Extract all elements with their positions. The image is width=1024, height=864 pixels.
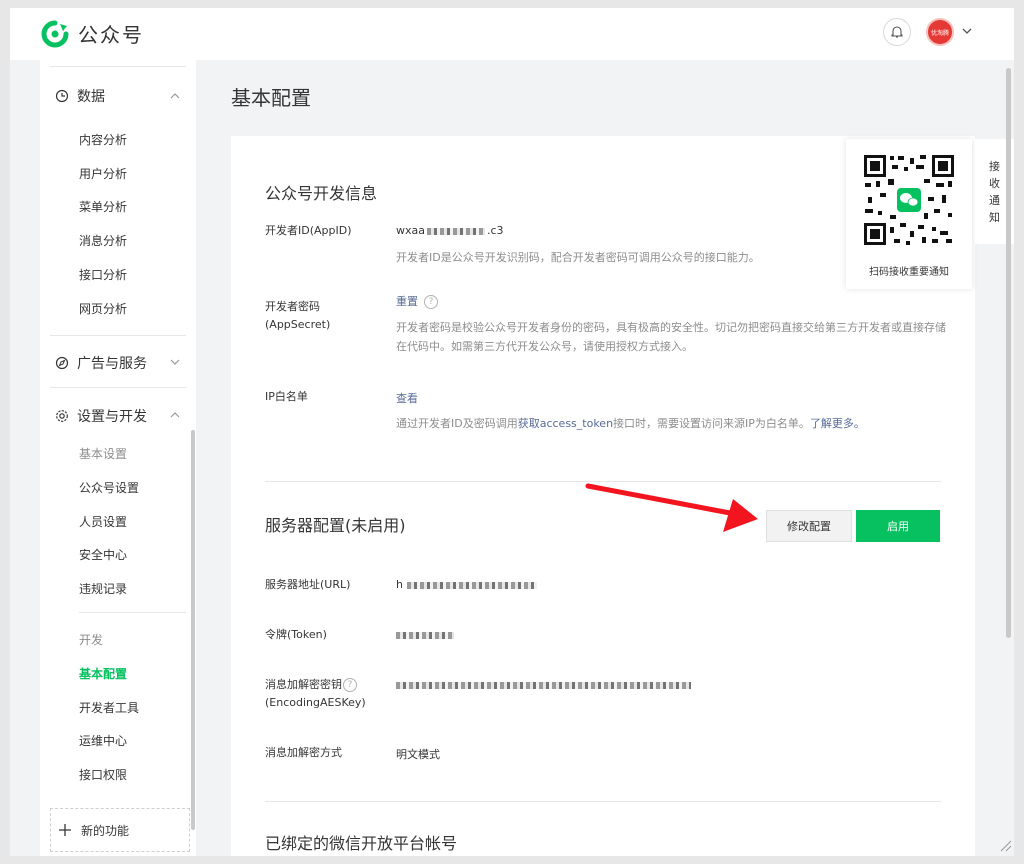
resize-handle-icon[interactable] (998, 838, 1012, 852)
ip-desc-text: 通过开发者ID及密码调用 (396, 417, 518, 430)
qr-code-icon (862, 153, 956, 247)
sidebar: 数据 内容分析 用户分析 菜单分析 消息分析 接口分析 网页分析 广告与服务 设… (40, 60, 196, 856)
qr-caption: 扫码接收重要通知 (869, 267, 949, 278)
server-url-value: h (396, 578, 537, 591)
sidebar-item-api-permissions[interactable]: 接口权限 (79, 766, 127, 783)
token-label: 令牌(Token) (265, 628, 327, 641)
ip-whitelist-label: IP白名单 (265, 390, 308, 403)
sidebar-section-label: 设置与开发 (77, 409, 147, 425)
annotation-arrow-icon (585, 483, 758, 532)
side-tab-char: 收 (989, 176, 1000, 190)
appid-prefix: wxaa (396, 224, 425, 237)
sidebar-item-content-analysis[interactable]: 内容分析 (79, 131, 127, 148)
side-tab-char: 接 (989, 159, 1000, 173)
appid-suffix: .c3 (487, 224, 504, 237)
aes-key-label-sub: (EncodingAESKey) (265, 696, 366, 709)
side-tab-char: 通 (989, 193, 1000, 207)
blurred-token (396, 631, 454, 639)
compass-icon (55, 356, 69, 370)
avatar[interactable]: 优淘腾 (926, 18, 954, 46)
server-url-prefix: h (396, 578, 403, 591)
sidebar-item-violation-records[interactable]: 违规记录 (79, 580, 127, 597)
chevron-up-icon[interactable] (168, 408, 182, 422)
divider (79, 612, 186, 613)
server-config-title: 服务器配置(未启用) (265, 516, 406, 535)
sidebar-item-api-analysis[interactable]: 接口分析 (79, 266, 127, 283)
token-value (396, 628, 454, 641)
ip-whitelist-description: 通过开发者ID及密码调用获取access_token接口时，需要设置访问来源IP… (396, 414, 946, 433)
sidebar-item-account-settings[interactable]: 公众号设置 (79, 479, 139, 496)
divider (50, 66, 186, 67)
aes-key-label: 消息加解密密钥? (EncodingAESKey) (265, 676, 366, 712)
sidebar-item-web-analysis[interactable]: 网页分析 (79, 300, 127, 317)
appsecret-label: 开发者密码(AppSecret) (265, 300, 331, 331)
blurred-url (406, 581, 537, 589)
help-icon[interactable]: ? (424, 295, 438, 309)
qr-popup: 扫码接收重要通知 (846, 139, 972, 289)
encryption-mode-label: 消息加解密方式 (265, 746, 342, 759)
divider (50, 335, 186, 336)
plus-icon (59, 824, 71, 836)
appid-label: 开发者ID(AppID) (265, 224, 352, 237)
sidebar-item-ops-center[interactable]: 运维中心 (79, 732, 127, 749)
app-window: 公众号 优淘腾 数据 内容分析 用户分析 菜单分析 消息分析 接口分析 网页分析… (10, 8, 1014, 856)
brand-title: 公众号 (78, 23, 144, 47)
blurred-appid (427, 227, 485, 235)
modify-config-button[interactable]: 修改配置 (766, 510, 852, 542)
ip-desc-text: 接口时，需要设置访问来源IP为白名单。 (613, 417, 810, 430)
sidebar-section-ads[interactable]: 广告与服务 (55, 353, 147, 373)
server-url-label: 服务器地址(URL) (265, 578, 351, 591)
aes-key-label-text: 消息加解密密钥 (265, 678, 342, 691)
enable-button[interactable]: 启用 (856, 510, 940, 542)
sidebar-section-label: 数据 (77, 89, 105, 105)
sidebar-item-message-analysis[interactable]: 消息分析 (79, 232, 127, 249)
encryption-mode-value: 明文模式 (396, 748, 440, 761)
sidebar-item-security-center[interactable]: 安全中心 (79, 546, 127, 563)
dev-info-title: 公众号开发信息 (265, 184, 378, 203)
clock-icon (55, 89, 69, 103)
blurred-aes-key (396, 681, 691, 689)
sidebar-item-staff-settings[interactable]: 人员设置 (79, 513, 127, 530)
sidebar-group-basic-settings: 基本设置 (79, 447, 128, 461)
gear-icon (56, 410, 68, 422)
sidebar-section-settings[interactable]: 设置与开发 (55, 406, 147, 426)
sidebar-group-dev: 开发 (79, 633, 104, 647)
notification-bell-icon[interactable] (883, 18, 911, 46)
sidebar-section-label: 广告与服务 (77, 356, 147, 372)
new-feature-button[interactable]: 新的功能 (50, 808, 190, 852)
get-access-token-link[interactable]: 获取access_token (518, 417, 613, 430)
view-ip-whitelist-link[interactable]: 查看 (396, 390, 418, 406)
appid-value: wxaa .c3 (396, 224, 504, 237)
sidebar-item-dev-tools[interactable]: 开发者工具 (79, 699, 139, 716)
top-bar: 公众号 优淘腾 (10, 8, 1014, 60)
page-title: 基本配置 (231, 86, 311, 110)
sidebar-item-user-analysis[interactable]: 用户分析 (79, 165, 127, 182)
wechat-official-logo-icon[interactable] (40, 20, 70, 48)
divider (265, 801, 941, 802)
aes-key-value (396, 678, 691, 691)
divider (50, 387, 186, 388)
chevron-down-icon[interactable] (960, 24, 974, 38)
sidebar-item-menu-analysis[interactable]: 菜单分析 (79, 198, 127, 215)
sidebar-item-basic-config[interactable]: 基本配置 (79, 665, 127, 682)
learn-more-link[interactable]: 了解更多。 (810, 417, 865, 430)
appsecret-description: 开发者密码是校验公众号开发者身份的密码，具有极高的安全性。切记勿把密码直接交给第… (396, 321, 946, 353)
chevron-up-icon[interactable] (168, 89, 182, 103)
side-tab-char: 知 (989, 210, 1000, 224)
new-feature-label: 新的功能 (81, 823, 130, 838)
help-icon[interactable]: ? (343, 678, 357, 692)
bound-platform-title: 已绑定的微信开放平台帐号 (265, 834, 458, 853)
sidebar-scrollbar[interactable] (191, 430, 195, 830)
reset-secret-link[interactable]: 重置 (396, 295, 418, 308)
main-scrollbar[interactable] (1006, 68, 1011, 638)
sidebar-section-data[interactable]: 数据 (55, 86, 105, 106)
chevron-down-icon[interactable] (168, 355, 182, 369)
